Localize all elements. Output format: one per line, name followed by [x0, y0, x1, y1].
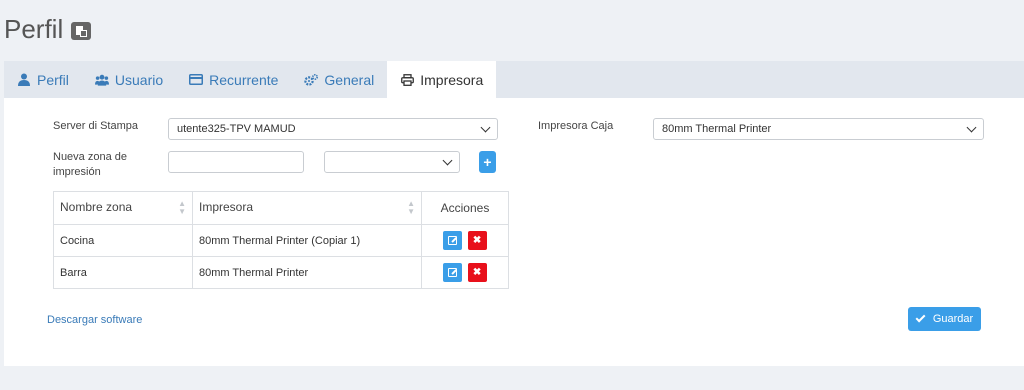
column-header-zone[interactable]: Nombre zona ▲ ▼ [53, 191, 193, 225]
download-software-link[interactable]: Descargar software [47, 314, 142, 326]
cash-printer-label: Impresora Caja [538, 120, 614, 132]
tab-label: Recurrente [209, 71, 279, 88]
plus-icon: + [483, 154, 492, 170]
tab-impresora[interactable]: Impresora [387, 61, 497, 98]
server-label: Server di Stampa [53, 120, 138, 132]
delete-button[interactable]: ✖ [467, 231, 487, 250]
check-icon [915, 312, 926, 323]
cash-printer-select-value: 80mm Thermal Printer [662, 123, 772, 135]
tab-usuario[interactable]: Usuario [82, 61, 176, 98]
save-button[interactable]: Guardar [908, 307, 981, 331]
edit-button[interactable] [443, 263, 463, 282]
users-icon [94, 73, 109, 87]
sort-icon: ▲ ▼ [178, 199, 186, 216]
copy-icon[interactable] [71, 21, 92, 40]
actions-cell: ✖ [421, 256, 509, 289]
cogs-icon [304, 73, 319, 87]
add-zone-button[interactable]: + [479, 151, 496, 173]
credit-card-icon [189, 73, 204, 87]
server-select[interactable]: utente325-TPV MAMUD [168, 118, 498, 140]
close-icon: ✖ [472, 235, 482, 246]
tab-general[interactable]: General [291, 61, 387, 98]
edit-button[interactable] [443, 231, 463, 250]
chevron-down-icon [442, 155, 453, 165]
save-button-label: Guardar [932, 313, 974, 325]
table-row: Barra 80mm Thermal Printer ✖ [53, 256, 509, 289]
close-icon: ✖ [472, 267, 482, 278]
zone-printer-cell: 80mm Thermal Printer [192, 256, 422, 289]
table-header-row: Nombre zona ▲ ▼ Impresora ▲ ▼ Acciones [53, 191, 509, 225]
table-row: Cocina 80mm Thermal Printer (Copiar 1) ✖ [53, 224, 509, 257]
tab-recurrente[interactable]: Recurrente [176, 61, 291, 98]
new-zone-label: Nueva zona de impresión [53, 151, 127, 178]
user-icon [17, 73, 31, 87]
sort-icon: ▲ ▼ [407, 199, 415, 216]
tab-bar: Perfil Usuario Recurrente General Impres… [4, 61, 1024, 98]
server-select-value: utente325-TPV MAMUD [177, 123, 296, 135]
tab-label: Impresora [420, 71, 484, 88]
edit-icon [448, 268, 458, 277]
tab-label: General [324, 71, 375, 88]
edit-icon [448, 236, 458, 245]
chevron-down-icon [480, 122, 491, 132]
cash-printer-select[interactable]: 80mm Thermal Printer [653, 118, 984, 140]
tab-perfil[interactable]: Perfil [4, 61, 82, 98]
column-header-actions: Acciones [421, 191, 509, 225]
chevron-down-icon [966, 122, 977, 132]
print-icon [400, 73, 414, 87]
tab-label: Perfil [37, 71, 69, 88]
page-title-text: Perfil [4, 14, 64, 44]
new-zone-input[interactable] [168, 151, 304, 173]
zone-printer-cell: 80mm Thermal Printer (Copiar 1) [192, 224, 422, 257]
column-header-printer[interactable]: Impresora ▲ ▼ [192, 191, 422, 225]
new-zone-printer-select[interactable] [324, 151, 460, 173]
tab-label: Usuario [114, 71, 164, 88]
delete-button[interactable]: ✖ [467, 263, 487, 282]
printer-settings-panel: Server di Stampa utente325-TPV MAMUD Imp… [4, 98, 1024, 366]
actions-cell: ✖ [421, 224, 509, 257]
page-title: Perfil [4, 14, 92, 45]
print-zones-table: Nombre zona ▲ ▼ Impresora ▲ ▼ Acciones Coc… [53, 191, 509, 289]
zone-name-cell: Cocina [53, 224, 193, 257]
zone-name-cell: Barra [53, 256, 193, 289]
